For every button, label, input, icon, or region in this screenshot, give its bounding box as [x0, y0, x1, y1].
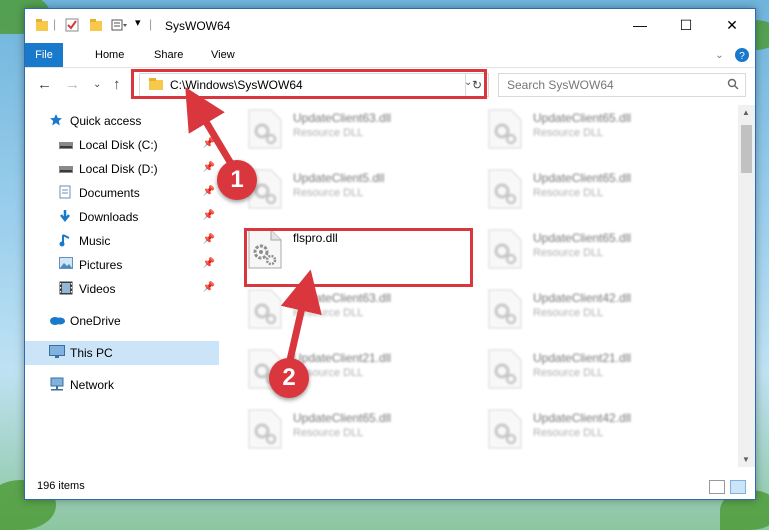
- step-1-badge: 1: [217, 160, 257, 200]
- annotation-arrows: [185, 86, 322, 364]
- step-2-badge: 2: [269, 358, 309, 398]
- arrow-to-file: [280, 269, 322, 364]
